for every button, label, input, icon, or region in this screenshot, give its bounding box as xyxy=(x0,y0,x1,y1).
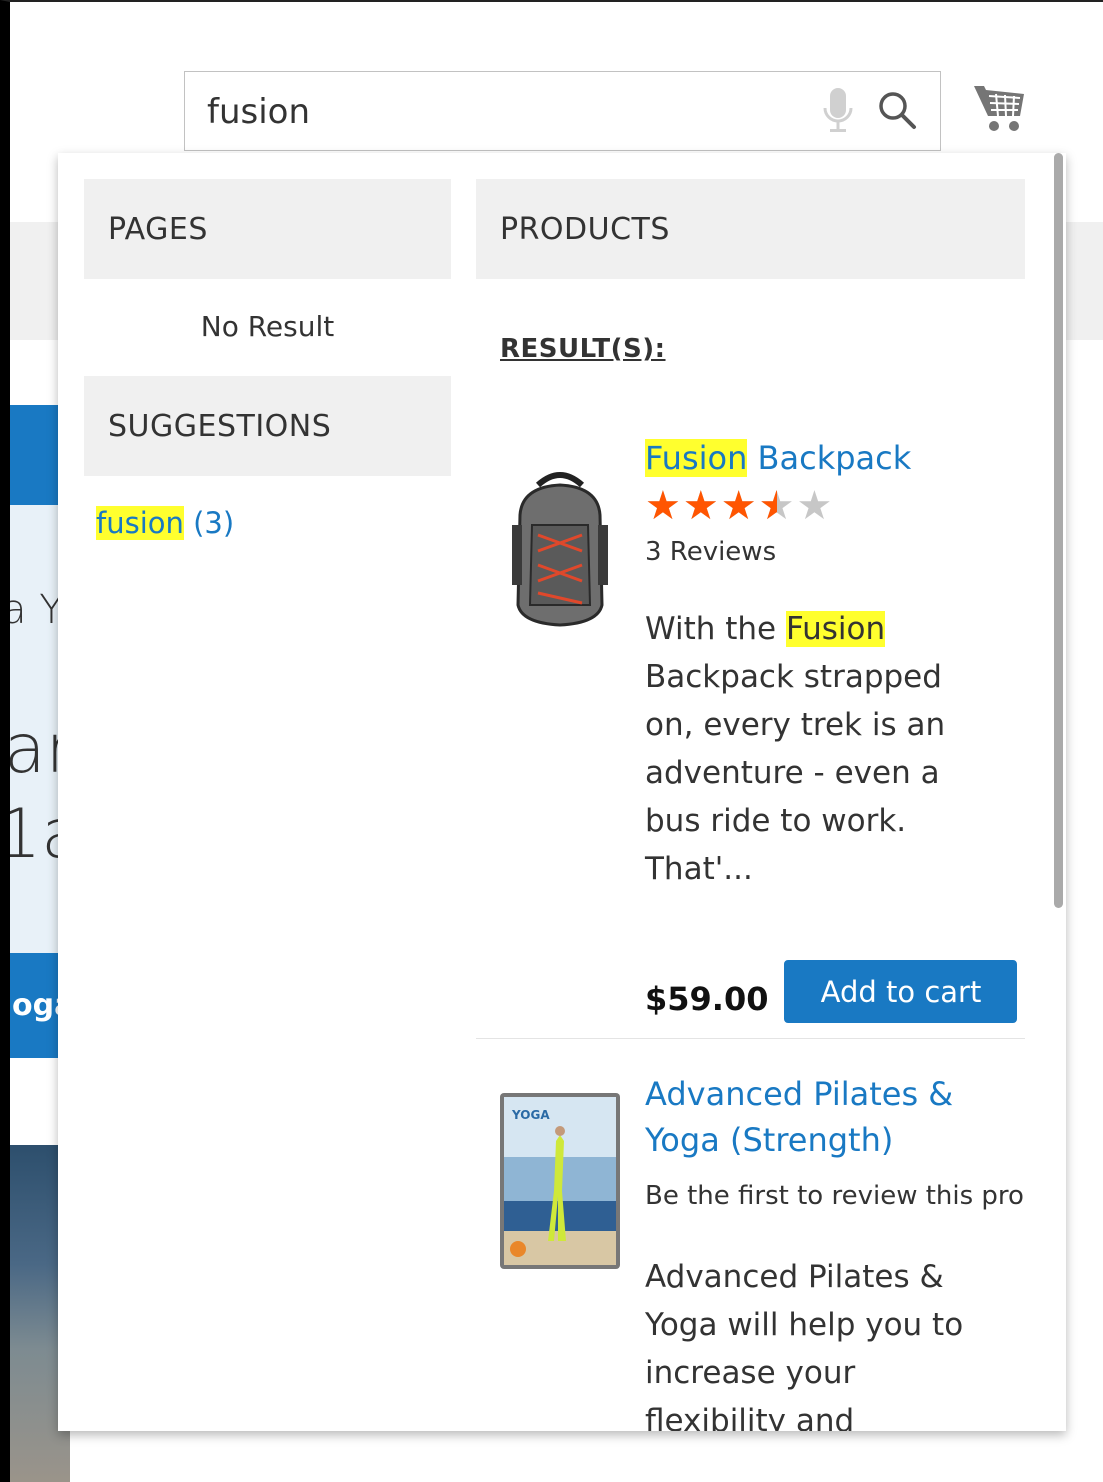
pages-no-result: No Result xyxy=(200,310,335,343)
dvd-cover-thumbnail[interactable]: YOGA xyxy=(498,1091,622,1271)
rating-stars: ★★★★★ ★★★★★ xyxy=(645,485,1045,527)
description-highlight: Fusion xyxy=(785,611,886,647)
product-name-highlight: Fusion xyxy=(645,439,748,477)
product-name-link[interactable]: Advanced Pilates & Yoga (Strength) xyxy=(645,1071,975,1163)
products-heading: PRODUCTS xyxy=(476,179,1025,279)
product-item-pilates-yoga: YOGA Advanced Pilates & Yoga (Strength) … xyxy=(476,1071,1025,1431)
product-description: Advanced Pilates & Yoga will help you to… xyxy=(645,1259,964,1431)
shopping-cart-icon[interactable] xyxy=(972,80,1028,134)
description-before: With the xyxy=(645,611,786,647)
product-name-link[interactable]: Fusion Backpack xyxy=(645,435,1045,481)
search-autocomplete-dropdown: PAGES No Result SUGGESTIONS fusion (3) P… xyxy=(58,153,1066,1431)
add-to-cart-button[interactable]: Add to cart xyxy=(784,960,1018,1023)
product-description: With the Fusion Backpack strapped on, ev… xyxy=(645,605,975,893)
product-item-fusion-backpack: Fusion Backpack ★★★★★ ★★★★★ 3 Reviews Wi… xyxy=(476,435,1025,1039)
product-name-rest: Backpack xyxy=(747,439,912,477)
reviews-link[interactable]: 3 Reviews xyxy=(645,537,1045,567)
product-info: Advanced Pilates & Yoga (Strength) Be th… xyxy=(645,1071,1045,1431)
microphone-icon[interactable] xyxy=(821,86,855,136)
products-column: PRODUCTS RESULT(S): Fusion Backpack ★★★★… xyxy=(476,179,1025,1431)
backpack-thumbnail[interactable] xyxy=(498,455,622,635)
dropdown-scrollbar[interactable] xyxy=(1050,153,1066,1431)
product-price: $59.00 xyxy=(645,979,769,1018)
rating-stars-filled: ★★★★★ xyxy=(645,485,777,527)
left-column: PAGES No Result SUGGESTIONS fusion (3) xyxy=(84,179,451,540)
search-input[interactable] xyxy=(207,90,787,134)
svg-text:YOGA: YOGA xyxy=(511,1108,550,1122)
first-review-link[interactable]: Be the first to review this pro xyxy=(645,1181,1045,1211)
suggestion-count: (3) xyxy=(193,506,235,540)
product-info: Fusion Backpack ★★★★★ ★★★★★ 3 Reviews Wi… xyxy=(645,435,1045,893)
price-row: $59.00 Add to cart xyxy=(645,960,1018,1023)
search-icon[interactable] xyxy=(877,90,917,130)
pages-heading: PAGES xyxy=(84,179,451,279)
results-label: RESULT(S): xyxy=(500,334,666,364)
search-box xyxy=(184,71,941,151)
suggestion-item[interactable]: fusion (3) xyxy=(84,506,451,540)
scrollbar-thumb[interactable] xyxy=(1054,153,1063,908)
suggestion-term: fusion xyxy=(96,506,184,540)
description-after: Backpack strapped on, every trek is an a… xyxy=(645,659,946,887)
hero-text-fragment: a Y xyxy=(10,587,64,633)
suggestions-heading: SUGGESTIONS xyxy=(84,376,451,476)
